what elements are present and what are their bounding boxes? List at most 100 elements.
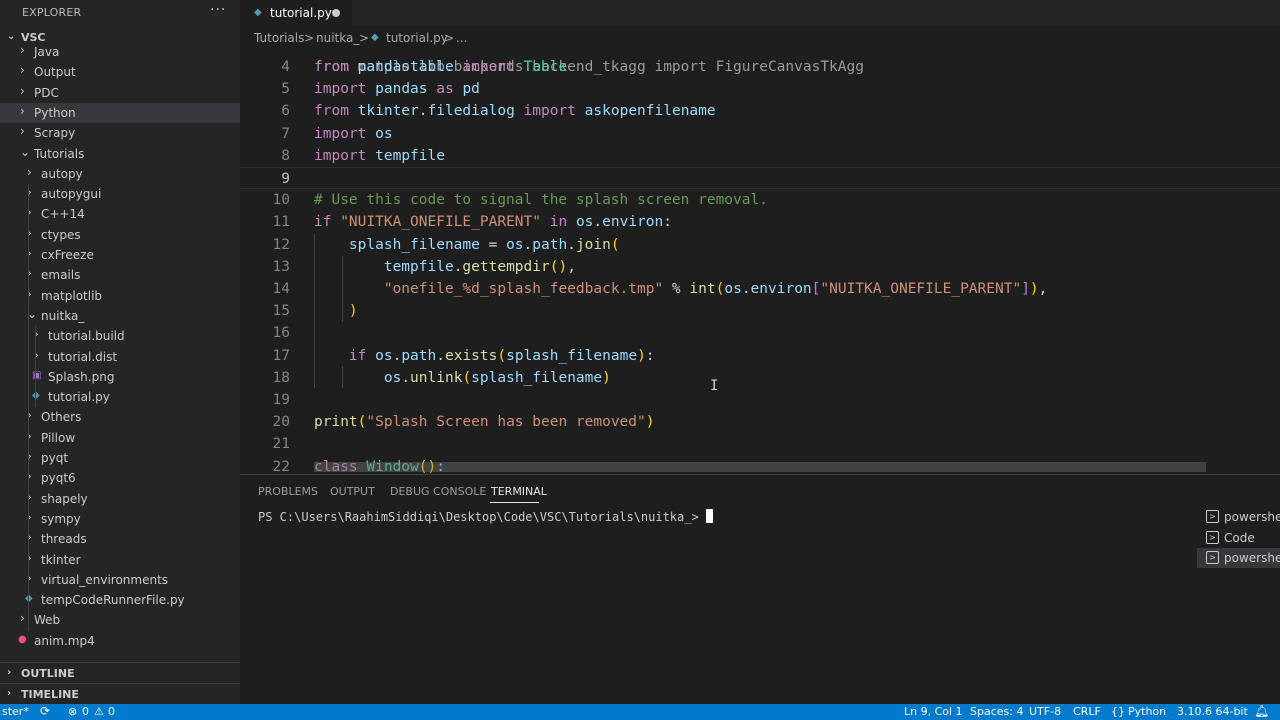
code-line: 13 tempfile.gettempdir(), — [240, 256, 1280, 278]
code-text: if "NUITKA_ONEFILE_PARENT" in os.environ… — [314, 214, 672, 231]
tree-item[interactable]: › tutorial.dist — [0, 347, 240, 367]
line-ending[interactable]: CRLF — [1073, 705, 1101, 718]
line-number: 6 — [281, 103, 290, 120]
tree-item-label: ctypes — [41, 228, 81, 242]
tree-item-label: sympy — [41, 512, 81, 526]
tree-item[interactable]: › pyqt6 — [0, 468, 240, 488]
terminal-prompt: PS C:\Users\RaahimSiddiqi\Desktop\Code\V… — [258, 510, 699, 524]
tab-terminal[interactable]: TERMINAL — [491, 485, 547, 498]
code-line: 8 import tempfile — [240, 145, 1280, 167]
tab-tutorial-py[interactable]: ◆ tutorial.py — [240, 0, 352, 26]
code-line: 11 if "NUITKA_ONEFILE_PARENT" in os.envir… — [240, 211, 1280, 233]
line-number: 7 — [281, 125, 290, 142]
bottom-panel: PROBLEMS OUTPUT DEBUG CONSOLE TERMINAL P… — [240, 474, 1280, 704]
code-text: ) — [348, 303, 358, 320]
unsaved-dot-icon[interactable] — [332, 9, 340, 17]
terminal-icon: > — [1206, 551, 1219, 564]
terminal-instance-label: powershell — [1224, 551, 1280, 565]
tree-item[interactable]: › emails — [0, 265, 240, 285]
tree-item-label: Others — [41, 410, 82, 424]
code-line: 19 — [240, 389, 1280, 411]
tree-item[interactable]: › virtual_environments — [0, 570, 240, 590]
tree-item[interactable]: › Python — [0, 103, 240, 123]
tree-item[interactable]: › cxFreeze — [0, 245, 240, 265]
code-editor[interactable]: from matplotlib.backends.backend_tkagg i… — [240, 48, 1280, 474]
tree-item[interactable]: › Web — [0, 610, 240, 630]
warning-count[interactable]: 0 — [108, 705, 115, 718]
tree-item[interactable]: › matplotlib — [0, 286, 240, 306]
python-interpreter[interactable]: 3.10.6 64-bit — [1177, 705, 1248, 718]
tree-item[interactable]: ▣ Splash.png — [0, 367, 240, 387]
tree-item-label: Pillow — [41, 431, 76, 445]
error-count[interactable]: 0 — [82, 705, 89, 718]
tree-item[interactable]: › C++14 — [0, 204, 240, 224]
more-actions-icon[interactable]: ··· — [210, 2, 226, 18]
tree-item[interactable]: › Output — [0, 62, 240, 82]
language-icon[interactable]: {} — [1111, 705, 1125, 718]
tree-item[interactable]: › Scrapy — [0, 123, 240, 143]
terminal-prompt-line[interactable]: PS C:\Users\RaahimSiddiqi\Desktop\Code\V… — [258, 509, 713, 524]
tree-item[interactable]: › sympy — [0, 509, 240, 529]
chevron-right-icon: › — [20, 124, 25, 138]
timeline-section[interactable]: › TIMELINE — [0, 683, 240, 704]
chevron-right-icon: › — [7, 667, 12, 678]
tree-item[interactable]: › autopygui — [0, 184, 240, 204]
tree-item[interactable]: › pyqt — [0, 448, 240, 468]
line-number: 11 — [272, 214, 290, 231]
code-text: splash_filename = os.path.join( — [348, 236, 620, 253]
chevron-down-icon: ⌄ — [20, 145, 31, 159]
warning-icon[interactable]: ⚠ — [94, 705, 104, 718]
sync-icon[interactable]: ⟳ — [40, 704, 50, 718]
line-number: 22 — [272, 458, 290, 474]
terminal-instance[interactable]: > powershell — [1197, 507, 1280, 527]
tree-item[interactable]: ⌄ Tutorials — [0, 144, 240, 164]
breadcrumb-item-nuitka[interactable]: nuitka_ — [316, 31, 359, 45]
tree-item-label: PDC — [34, 86, 59, 100]
tree-item[interactable]: › tkinter — [0, 550, 240, 570]
horizontal-scrollbar[interactable] — [314, 462, 1206, 472]
line-number: 9 — [281, 171, 290, 187]
tree-item[interactable]: › ctypes — [0, 225, 240, 245]
tree-item-label: C++14 — [41, 207, 85, 221]
outline-section[interactable]: › OUTLINE — [0, 662, 240, 684]
tree-item[interactable]: › shapely — [0, 489, 240, 509]
tree-item[interactable]: ● anim.mp4 — [0, 631, 240, 651]
git-branch[interactable]: ster* — [2, 705, 29, 718]
cursor-position[interactable]: Ln 9, Col 1 — [904, 705, 963, 718]
chevron-down-icon: ⌄ — [7, 31, 16, 42]
indentation[interactable]: Spaces: 4 — [970, 705, 1023, 718]
tree-item[interactable]: › threads — [0, 529, 240, 549]
tree-item[interactable]: › Pillow — [0, 428, 240, 448]
code-text: import os — [314, 125, 393, 142]
tab-output[interactable]: OUTPUT — [330, 485, 375, 498]
tab-problems[interactable]: PROBLEMS — [258, 485, 318, 498]
encoding[interactable]: UTF-8 — [1029, 705, 1061, 718]
tree-item[interactable]: › PDC — [0, 83, 240, 103]
tree-item-label: Splash.png — [48, 370, 115, 384]
breadcrumb-item-tutorials[interactable]: Tutorials — [254, 31, 304, 45]
tree-item[interactable]: › tutorial.build — [0, 326, 240, 346]
text-cursor-icon: I — [710, 378, 719, 394]
tree-item[interactable]: › Java — [0, 42, 240, 62]
code-text: "onefile_%d_splash_feedback.tmp" % int(o… — [383, 281, 1048, 297]
code-line: 18 os.unlink(splash_filename) — [240, 367, 1280, 389]
breadcrumb-item-tutorial-py[interactable]: tutorial.py — [386, 31, 448, 45]
code-line: 20 print("Splash Screen has been removed"… — [240, 411, 1280, 433]
error-icon[interactable]: ⊗ — [68, 705, 77, 718]
code-line: 21 — [240, 433, 1280, 455]
tree-item[interactable]: ◆tempCodeRunnerFile.py — [0, 590, 240, 610]
code-line: 9 — [240, 167, 1280, 189]
tree-item[interactable]: ◆tutorial.py — [0, 387, 240, 407]
breadcrumb-item-symbols[interactable]: ... — [456, 31, 467, 45]
terminal-instance[interactable]: > powershell — [1197, 548, 1280, 568]
bell-icon[interactable]: 🔔︎ — [1254, 704, 1269, 718]
tree-item[interactable]: › Others — [0, 407, 240, 427]
tree-item-label: autopy — [41, 167, 83, 181]
tab-debug-console[interactable]: DEBUG CONSOLE — [390, 485, 486, 498]
chevron-right-icon: › — [7, 688, 12, 699]
terminal-instance[interactable]: > Code — [1197, 528, 1280, 548]
tree-item[interactable]: ⌄ nuitka_ — [0, 306, 240, 326]
language-mode[interactable]: Python — [1128, 705, 1166, 718]
code-line: 16 — [240, 322, 1280, 344]
tree-item[interactable]: › autopy — [0, 164, 240, 184]
